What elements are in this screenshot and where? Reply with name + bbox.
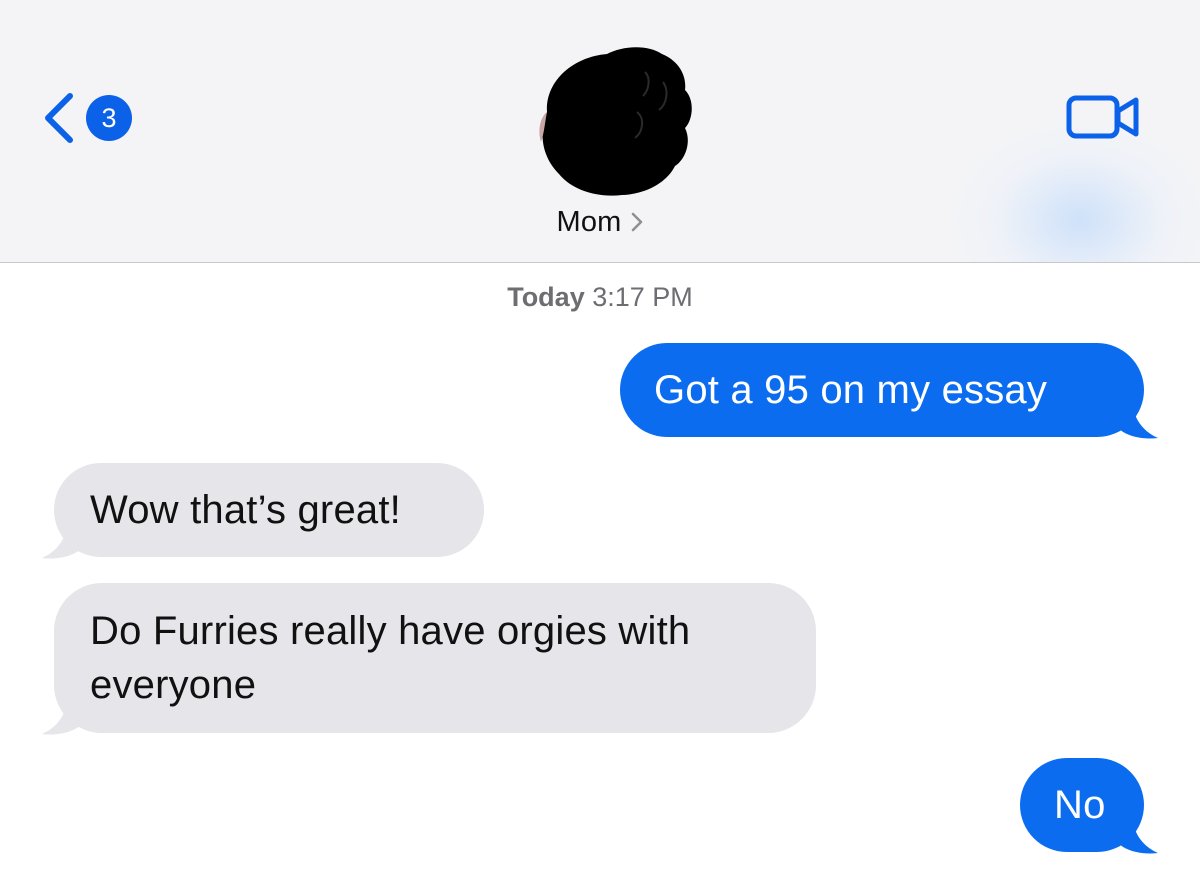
- incoming-message[interactable]: Wow that’s great!: [54, 463, 484, 557]
- contact-name: Mom: [556, 205, 622, 238]
- incoming-message[interactable]: Do Furries really have orgies with every…: [54, 583, 816, 733]
- timestamp-day: Today: [507, 282, 585, 312]
- chevron-right-icon: [631, 212, 642, 232]
- outgoing-message[interactable]: Got a 95 on my essay: [620, 343, 1144, 437]
- timestamp-time: 3:17 PM: [592, 282, 693, 312]
- contact-avatar[interactable]: [527, 42, 697, 197]
- outgoing-message[interactable]: No: [1020, 758, 1144, 852]
- contact-name-button[interactable]: Mom: [0, 200, 1200, 244]
- message-timestamp: Today 3:17 PM: [0, 282, 1200, 313]
- chevron-left-icon: [45, 93, 73, 143]
- back-button[interactable]: 3: [40, 88, 150, 148]
- video-camera-icon[interactable]: [1066, 94, 1142, 140]
- conversation-header: 3 Mom: [0, 0, 1200, 263]
- unread-count-badge: 3: [86, 95, 132, 141]
